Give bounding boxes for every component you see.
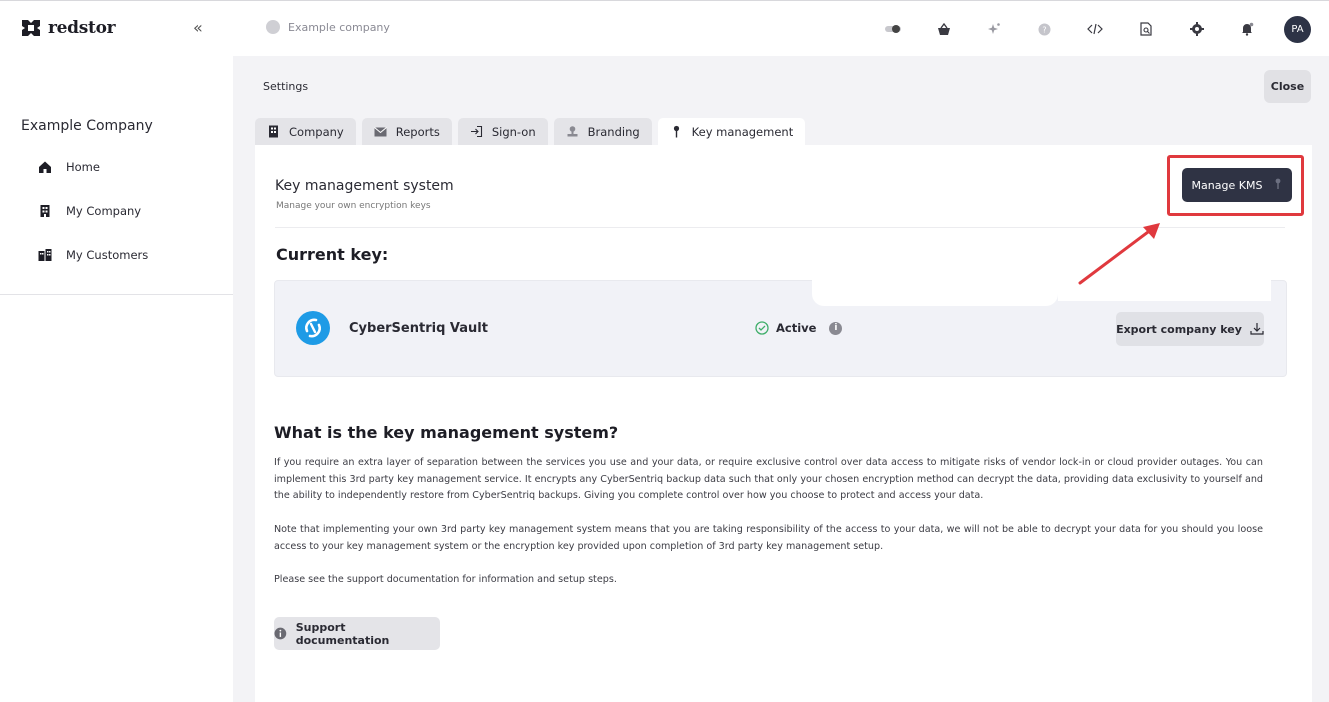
- about-paragraph: If you require an extra layer of separat…: [274, 457, 1263, 502]
- header-toolbar: ?: [880, 15, 1285, 43]
- company-selector-label: Example company: [288, 20, 390, 34]
- panel-divider: [275, 227, 1285, 228]
- home-icon: [39, 161, 51, 173]
- company-avatar-icon: [266, 20, 280, 34]
- toggle-icon[interactable]: [880, 15, 906, 43]
- export-company-key-button[interactable]: Export company key: [1116, 312, 1264, 346]
- tab-company[interactable]: Company: [255, 118, 356, 145]
- info-icon: [274, 627, 287, 640]
- page-title: Settings: [263, 80, 309, 93]
- buildings-icon: [38, 249, 52, 261]
- svg-text:?: ?: [1043, 25, 1047, 34]
- tab-label: Key management: [691, 124, 794, 139]
- sidebar-item-label: My Company: [66, 204, 142, 218]
- sidebar-item-home[interactable]: Home: [38, 160, 100, 174]
- popover-remnant: [812, 263, 1058, 306]
- about-paragraph: Note that implementing your own 3rd part…: [274, 524, 1263, 552]
- kms-title: Key management system: [275, 178, 454, 194]
- status-badge: Active i: [755, 321, 843, 335]
- support-label: Support documentation: [295, 620, 390, 647]
- close-button[interactable]: Close: [1264, 70, 1311, 103]
- sparkle-icon[interactable]: [981, 15, 1007, 43]
- brand-logo[interactable]: redstor: [20, 17, 116, 39]
- user-avatar[interactable]: PA: [1284, 16, 1311, 43]
- kms-subtitle: Manage your own encryption keys: [276, 201, 431, 211]
- main-content: Settings Close Company Reports Sign-on B…: [233, 56, 1329, 702]
- tab-reports[interactable]: Reports: [361, 118, 452, 145]
- settings-tabs: Company Reports Sign-on Branding Key man…: [255, 118, 806, 145]
- tab-label: Company: [289, 124, 344, 139]
- sidebar-company-name: Example Company: [21, 118, 153, 134]
- tab-label: Sign-on: [491, 124, 536, 139]
- sidebar: Example Company Home My Company My Custo…: [0, 56, 233, 702]
- check-circle-icon: [755, 321, 769, 335]
- collapse-sidebar-button[interactable]: «: [193, 18, 203, 37]
- about-paragraph: Please see the support documentation for…: [274, 574, 617, 585]
- support-documentation-button[interactable]: Support documentation: [274, 617, 440, 650]
- gear-icon[interactable]: [1184, 15, 1210, 43]
- stamp-icon: [567, 126, 578, 137]
- tab-branding[interactable]: Branding: [553, 118, 652, 145]
- sidebar-item-label: My Customers: [66, 248, 149, 262]
- download-icon: [1250, 323, 1264, 335]
- brand-name: redstor: [48, 18, 116, 38]
- current-key-heading: Current key:: [276, 245, 389, 264]
- mail-icon: [373, 127, 387, 137]
- sidebar-item-my-company[interactable]: My Company: [38, 204, 141, 218]
- sidebar-item-my-customers[interactable]: My Customers: [38, 248, 148, 262]
- company-selector[interactable]: Example company: [266, 20, 390, 34]
- about-heading: What is the key management system?: [274, 423, 619, 442]
- sidebar-divider: [0, 294, 233, 295]
- tab-key-management[interactable]: Key management: [657, 118, 806, 145]
- vault-logo-icon: [296, 311, 330, 345]
- export-label: Export company key: [1116, 322, 1242, 336]
- status-label: Active: [776, 321, 817, 335]
- notification-icon[interactable]: [1234, 15, 1260, 43]
- code-icon[interactable]: [1082, 15, 1108, 43]
- pin-icon: [673, 125, 679, 138]
- tab-label: Branding: [587, 124, 640, 139]
- building-icon: [40, 205, 50, 217]
- basket-icon[interactable]: [931, 15, 957, 43]
- vault-name: CyberSentriq Vault: [349, 321, 488, 336]
- tab-sign-on[interactable]: Sign-on: [457, 118, 548, 145]
- redstor-logo-icon: [22, 20, 40, 36]
- key-management-panel: Key management system Manage your own en…: [255, 145, 1312, 702]
- building-icon: [269, 125, 278, 138]
- sign-in-icon: [470, 125, 482, 138]
- search-doc-icon[interactable]: [1133, 15, 1159, 43]
- popover-remnant: [1058, 263, 1271, 301]
- tab-label: Reports: [395, 124, 440, 139]
- info-icon[interactable]: i: [829, 321, 843, 335]
- sidebar-item-label: Home: [66, 160, 100, 174]
- top-bar: redstor « Example company ? PA: [0, 0, 1329, 56]
- help-icon[interactable]: ?: [1032, 15, 1058, 43]
- highlight-annotation: [1167, 155, 1304, 216]
